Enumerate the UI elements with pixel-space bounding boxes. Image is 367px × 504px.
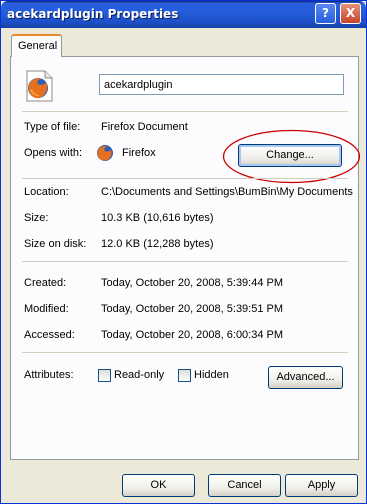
created-value: Today, October 20, 2008, 5:39:44 PM: [101, 277, 284, 289]
size-label: Size:: [24, 212, 49, 224]
cancel-button[interactable]: Cancel: [208, 474, 281, 497]
file-name-input[interactable]: [99, 74, 344, 95]
readonly-label: Read-only: [114, 369, 165, 381]
firefox-icon: [97, 145, 113, 161]
firefox-document-icon: [26, 70, 53, 102]
modified-label: Modified:: [24, 303, 69, 315]
tab-general[interactable]: General: [11, 34, 62, 57]
divider: [22, 261, 348, 262]
type-of-file-value: Firefox Document: [101, 121, 188, 133]
title-bar[interactable]: acekardplugin Properties ? X: [1, 1, 366, 28]
hidden-label: Hidden: [194, 369, 229, 381]
general-panel: Type of file: Firefox Document Opens wit…: [10, 56, 361, 460]
opens-with-value: Firefox: [122, 147, 156, 159]
opens-with-label: Opens with:: [24, 147, 83, 159]
location-value: C:\Documents and Settings\BumBin\My Docu…: [101, 186, 353, 198]
divider: [22, 178, 348, 179]
hidden-checkbox[interactable]: [178, 369, 191, 382]
tab-general-label: General: [18, 40, 58, 52]
apply-button[interactable]: Apply: [285, 474, 358, 497]
readonly-checkbox[interactable]: [98, 369, 111, 382]
divider: [22, 352, 348, 353]
size-on-disk-label: Size on disk:: [24, 238, 87, 250]
type-of-file-label: Type of file:: [24, 121, 81, 133]
window-title: acekardplugin Properties: [7, 7, 179, 21]
help-button[interactable]: ?: [315, 3, 336, 24]
location-label: Location:: [24, 186, 69, 198]
close-button[interactable]: X: [340, 3, 361, 24]
properties-dialog: acekardplugin Properties ? X General Typ…: [0, 0, 367, 504]
change-button[interactable]: Change...: [238, 144, 342, 167]
attributes-label: Attributes:: [24, 369, 74, 381]
created-label: Created:: [24, 277, 67, 289]
accessed-value: Today, October 20, 2008, 6:00:34 PM: [101, 329, 284, 341]
divider: [22, 111, 348, 112]
modified-value: Today, October 20, 2008, 5:39:51 PM: [101, 303, 284, 315]
size-on-disk-value: 12.0 KB (12,288 bytes): [101, 238, 214, 250]
size-value: 10.3 KB (10,616 bytes): [101, 212, 214, 224]
accessed-label: Accessed:: [24, 329, 75, 341]
ok-button[interactable]: OK: [122, 474, 195, 497]
advanced-button[interactable]: Advanced...: [268, 366, 343, 389]
